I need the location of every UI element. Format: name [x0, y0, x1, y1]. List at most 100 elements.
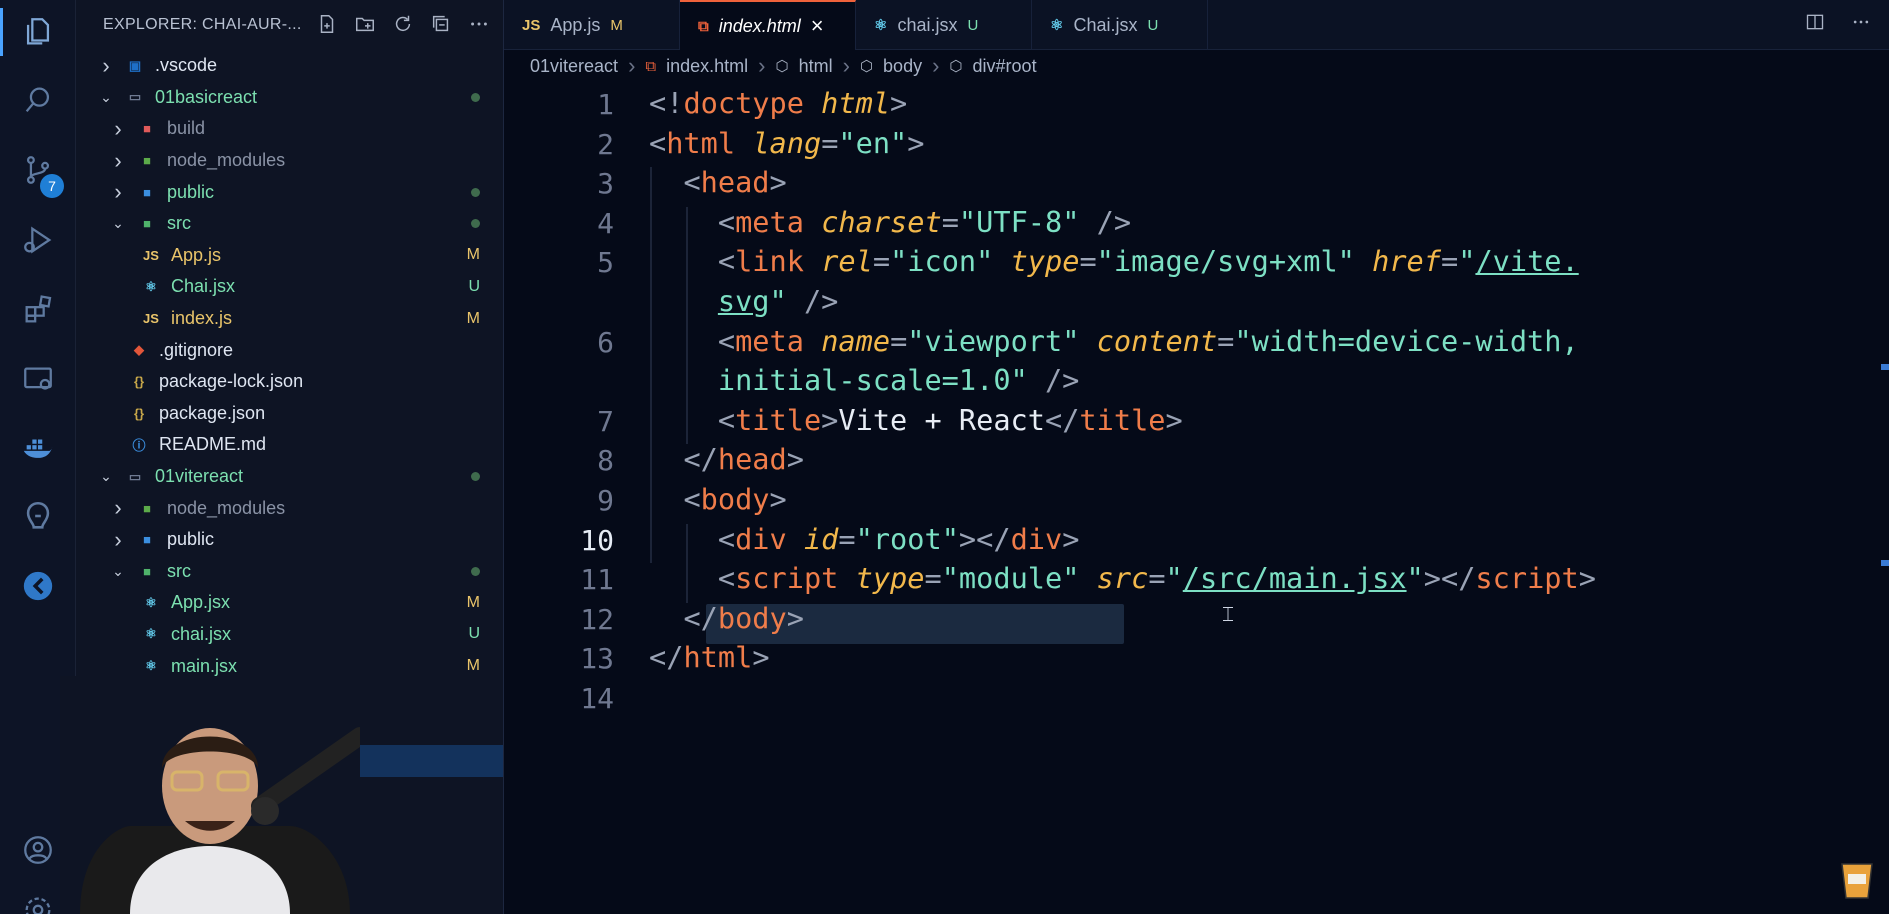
code-token: <	[683, 165, 701, 200]
code-token: <	[683, 482, 701, 516]
chevron-down-icon[interactable]: ⌄	[108, 561, 128, 581]
tree-file[interactable]: {} package.json	[76, 398, 503, 430]
chevron-down-icon[interactable]: ⌄	[96, 467, 116, 487]
chevron-down-icon[interactable]: ⌄	[96, 87, 116, 107]
close-tab-icon[interactable]: ×	[811, 13, 824, 39]
code-token: "	[1406, 561, 1424, 596]
code-line: svg" />	[649, 284, 839, 318]
breadcrumb-item[interactable]: body	[883, 56, 922, 77]
tree-folder[interactable]: › ■ build	[76, 113, 503, 145]
search-icon[interactable]	[18, 80, 58, 120]
chevron-right-icon[interactable]: ›	[108, 116, 128, 141]
code-token: meta	[735, 204, 804, 239]
breadcrumb-item[interactable]: html	[799, 56, 833, 77]
code-line: <meta name="viewport" content="width=dev…	[649, 324, 1579, 358]
code-token: "	[769, 284, 787, 318]
code-token: "	[1458, 244, 1476, 279]
chevron-down-icon[interactable]: ⌄	[108, 214, 128, 234]
tree-folder[interactable]: › ■ public	[76, 524, 503, 556]
code-token: script	[735, 561, 839, 596]
tree-folder[interactable]: ⌄ ■ src	[76, 556, 503, 588]
tab-chai-jsx[interactable]: ⚛ chai.jsx U	[856, 0, 1032, 50]
code-token: <	[717, 244, 736, 279]
code-token: =	[1079, 244, 1097, 279]
docker-icon[interactable]	[18, 428, 58, 468]
breadcrumb-item[interactable]: index.html	[666, 56, 748, 77]
tab-app-js[interactable]: JS App.js M	[504, 0, 680, 50]
code-token: content	[1096, 323, 1218, 358]
tree-folder[interactable]: ⌄ ▭ 01vitereact	[76, 461, 503, 493]
github-icon[interactable]	[18, 496, 58, 536]
code-token: =	[890, 323, 908, 358]
tab-index-html[interactable]: ⧉ index.html ×	[680, 0, 856, 50]
refresh-icon[interactable]	[391, 12, 415, 36]
code-token: >	[786, 442, 804, 477]
chevron-right-icon: ›	[842, 53, 850, 78]
code-token: >	[769, 165, 787, 200]
live-share-icon[interactable]	[18, 566, 58, 606]
more-actions-icon[interactable]	[467, 12, 491, 36]
tree-folder[interactable]: › ▣ .vscode	[76, 50, 503, 82]
code-token: >	[821, 402, 839, 437]
public-folder-icon: ■	[143, 184, 151, 200]
tree-file[interactable]: ◆ .gitignore	[76, 334, 503, 366]
tree-folder[interactable]: › ■ node_modules	[76, 145, 503, 177]
new-file-icon[interactable]	[315, 12, 339, 36]
chevron-right-icon[interactable]: ›	[108, 527, 128, 552]
code-token: script	[1475, 561, 1579, 596]
folder-open-icon: ▭	[128, 89, 142, 105]
code-line: <link rel="icon" type="image/svg+xml" hr…	[649, 244, 1579, 278]
split-editor-icon[interactable]	[1805, 12, 1825, 37]
tree-folder[interactable]: › ■ public	[76, 176, 503, 208]
collapse-all-icon[interactable]	[429, 12, 453, 36]
tree-file[interactable]: ⚛ App.jsx M	[76, 587, 503, 619]
tree-folder[interactable]: › ■ node_modules	[76, 492, 503, 524]
code-token: =	[924, 561, 942, 596]
settings-gear-icon[interactable]	[18, 890, 58, 914]
code-token: "module"	[941, 561, 1080, 596]
breadcrumb-item[interactable]: 01vitereact	[530, 56, 618, 77]
code-token: </	[649, 640, 684, 675]
code-token: html	[821, 86, 891, 120]
code-token: "image/svg+xml"	[1096, 244, 1355, 279]
code-editor[interactable]: ⌶ 1 <!doctype html> 2 <html lang="en"> 3 <he…	[504, 82, 1889, 914]
chevron-right-icon[interactable]: ›	[96, 53, 116, 78]
tree-file[interactable]: ⚛ Chai.jsx U	[76, 271, 503, 303]
new-folder-icon[interactable]	[353, 12, 377, 36]
html-file-icon: ⧉	[645, 57, 657, 75]
chevron-right-icon[interactable]: ›	[108, 148, 128, 173]
accounts-icon[interactable]	[18, 830, 58, 870]
tree-folder[interactable]: ⌄ ■ src	[76, 208, 503, 240]
code-token: >	[769, 482, 787, 516]
extensions-icon[interactable]	[18, 290, 58, 330]
tree-item-label: node_modules	[167, 150, 286, 171]
tree-item-label: package-lock.json	[159, 371, 304, 392]
tab-chai-jsx[interactable]: ⚛ Chai.jsx U	[1032, 0, 1208, 50]
more-editor-actions-icon[interactable]	[1851, 12, 1871, 37]
tree-file[interactable]: JS index.js M	[76, 303, 503, 335]
element-icon: ⬡	[775, 58, 789, 75]
code-token: Vite + React	[838, 402, 1045, 437]
code-token: head	[717, 442, 787, 477]
tree-file[interactable]: ⚛ chai.jsx U	[76, 619, 503, 651]
run-debug-icon[interactable]	[18, 220, 58, 260]
chevron-right-icon[interactable]: ›	[108, 495, 128, 520]
tree-file[interactable]: JS App.js M	[76, 240, 503, 272]
tree-folder[interactable]: ⌄ ▭ 01basicreact	[76, 82, 503, 114]
scm-badge: 7	[40, 174, 64, 198]
json-file-icon: {}	[133, 405, 145, 421]
tree-file[interactable]: ⓘ README.md	[76, 429, 503, 461]
chevron-right-icon: ›	[758, 53, 766, 78]
code-token: >	[786, 600, 804, 635]
code-token: <	[649, 125, 667, 160]
files-icon[interactable]	[18, 12, 58, 52]
breadcrumb-item[interactable]: div#root	[973, 56, 1037, 77]
chevron-right-icon[interactable]: ›	[108, 179, 128, 204]
tree-file[interactable]: {} package-lock.json	[76, 366, 503, 398]
remote-explorer-icon[interactable]	[18, 360, 58, 400]
react-file-icon: ⚛	[1050, 17, 1064, 34]
